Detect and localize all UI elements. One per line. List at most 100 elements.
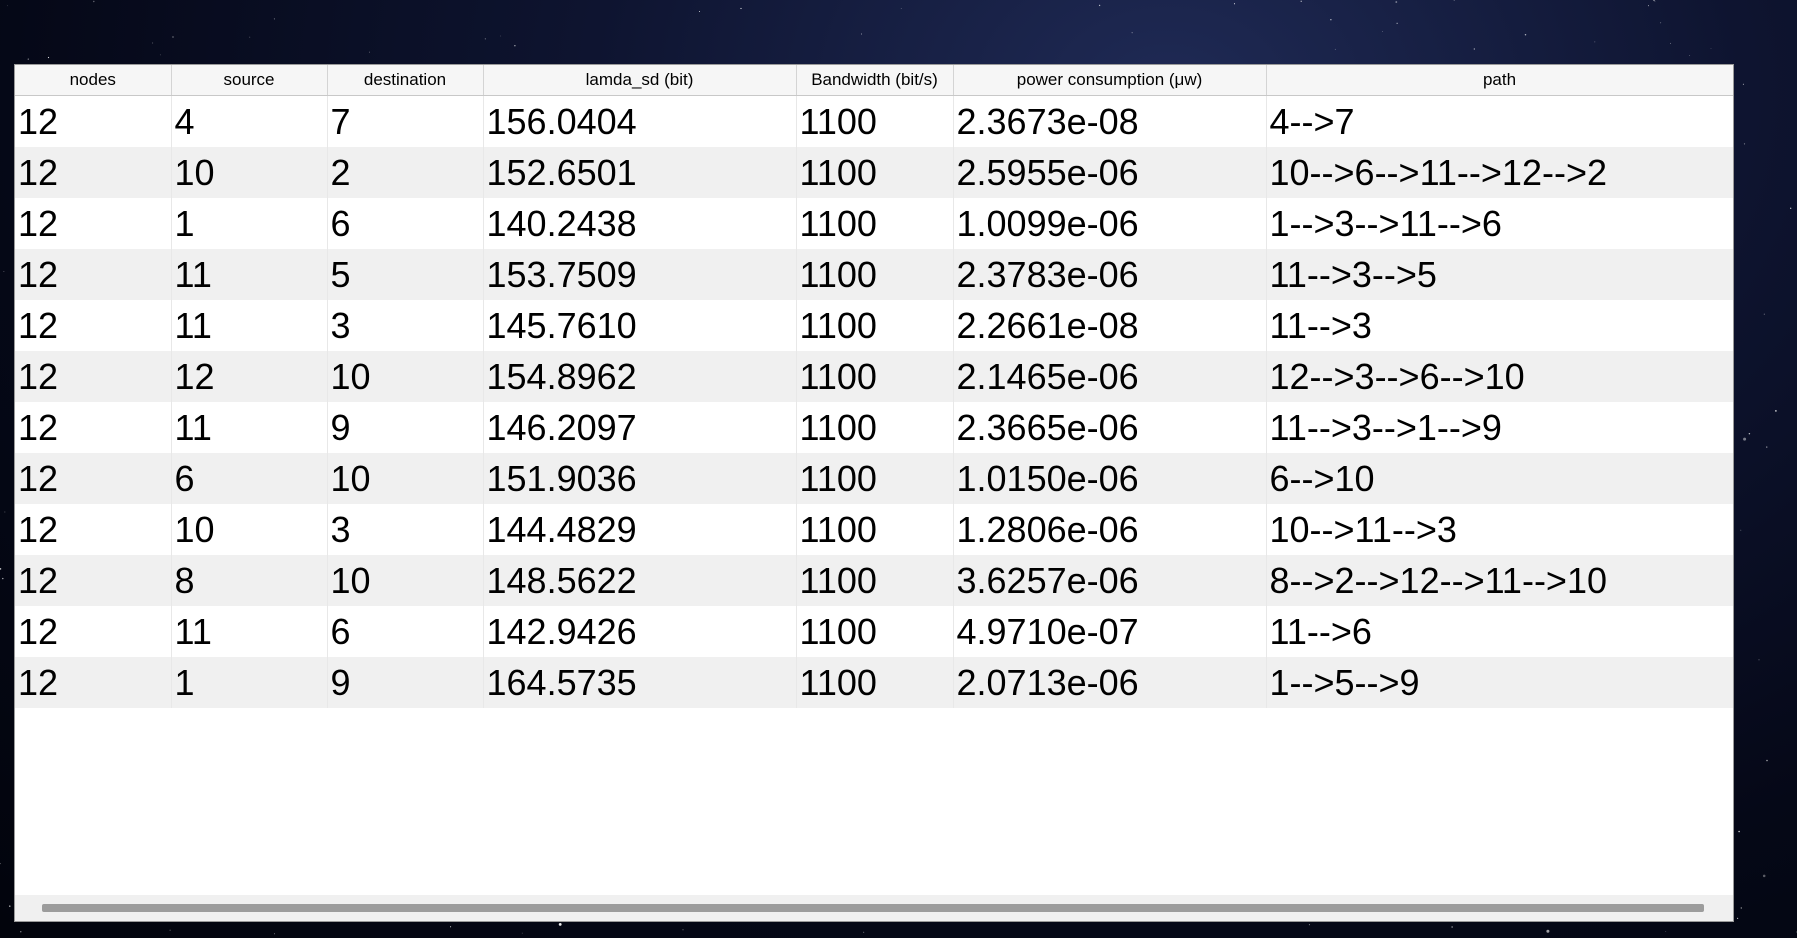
cell-power-consumption[interactable]: 2.3665e-06 xyxy=(953,402,1267,453)
cell-power-consumption[interactable]: 2.0713e-06 xyxy=(953,657,1267,708)
cell-power-consumption[interactable]: 2.2661e-08 xyxy=(953,300,1267,351)
cell-bandwidth[interactable]: 1100 xyxy=(796,657,954,708)
table-row[interactable]: 12 8 10 148.5622 1100 3.6257e-06 8-->2-->12-->… xyxy=(15,555,1733,606)
cell-path[interactable]: 11-->6 xyxy=(1266,606,1733,657)
horizontal-scrollbar[interactable] xyxy=(15,895,1733,921)
cell-path[interactable]: 8-->2-->12-->11-->10 xyxy=(1266,555,1733,606)
cell-destination[interactable]: 3 xyxy=(327,504,484,555)
table-row[interactable]: 12 11 3 145.7610 1100 2.2661e-08 11-->3 xyxy=(15,300,1733,351)
table-row[interactable]: 12 1 6 140.2438 1100 1.0099e-06 1-->3-->11-->6 xyxy=(15,198,1733,249)
table-row[interactable]: 12 1 9 164.5735 1100 2.0713e-06 1-->5-->9 xyxy=(15,657,1733,708)
cell-destination[interactable]: 10 xyxy=(327,453,484,504)
cell-nodes[interactable]: 12 xyxy=(15,402,172,453)
cell-nodes[interactable]: 12 xyxy=(15,657,172,708)
cell-power-consumption[interactable]: 1.2806e-06 xyxy=(953,504,1267,555)
cell-source[interactable]: 12 xyxy=(171,351,328,402)
cell-destination[interactable]: 3 xyxy=(327,300,484,351)
cell-path[interactable]: 12-->3-->6-->10 xyxy=(1266,351,1733,402)
cell-destination[interactable]: 9 xyxy=(327,657,484,708)
cell-lamda-sd[interactable]: 153.7509 xyxy=(483,249,797,300)
cell-bandwidth[interactable]: 1100 xyxy=(796,147,954,198)
cell-source[interactable]: 11 xyxy=(171,606,328,657)
cell-path[interactable]: 11-->3-->5 xyxy=(1266,249,1733,300)
cell-nodes[interactable]: 12 xyxy=(15,351,172,402)
cell-destination[interactable]: 6 xyxy=(327,198,484,249)
cell-path[interactable]: 1-->3-->11-->6 xyxy=(1266,198,1733,249)
table-row[interactable]: 12 12 10 154.8962 1100 2.1465e-06 12-->3-->6--… xyxy=(15,351,1733,402)
cell-destination[interactable]: 2 xyxy=(327,147,484,198)
cell-destination[interactable]: 9 xyxy=(327,402,484,453)
cell-lamda-sd[interactable]: 144.4829 xyxy=(483,504,797,555)
cell-nodes[interactable]: 12 xyxy=(15,453,172,504)
cell-bandwidth[interactable]: 1100 xyxy=(796,249,954,300)
cell-bandwidth[interactable]: 1100 xyxy=(796,402,954,453)
column-header-power-consumption[interactable]: power consumption (μw) xyxy=(953,65,1267,96)
cell-lamda-sd[interactable]: 152.6501 xyxy=(483,147,797,198)
cell-source[interactable]: 11 xyxy=(171,402,328,453)
cell-power-consumption[interactable]: 1.0150e-06 xyxy=(953,453,1267,504)
cell-source[interactable]: 10 xyxy=(171,504,328,555)
cell-path[interactable]: 11-->3-->1-->9 xyxy=(1266,402,1733,453)
cell-source[interactable]: 6 xyxy=(171,453,328,504)
table-row[interactable]: 12 11 6 142.9426 1100 4.9710e-07 11-->6 xyxy=(15,606,1733,657)
table-row[interactable]: 12 6 10 151.9036 1100 1.0150e-06 6-->10 xyxy=(15,453,1733,504)
cell-power-consumption[interactable]: 1.0099e-06 xyxy=(953,198,1267,249)
cell-power-consumption[interactable]: 2.3783e-06 xyxy=(953,249,1267,300)
cell-nodes[interactable]: 12 xyxy=(15,147,172,198)
cell-power-consumption[interactable]: 2.1465e-06 xyxy=(953,351,1267,402)
cell-nodes[interactable]: 12 xyxy=(15,606,172,657)
cell-lamda-sd[interactable]: 164.5735 xyxy=(483,657,797,708)
table-row[interactable]: 12 11 9 146.2097 1100 2.3665e-06 11-->3-->1-->… xyxy=(15,402,1733,453)
cell-destination[interactable]: 5 xyxy=(327,249,484,300)
cell-source[interactable]: 10 xyxy=(171,147,328,198)
cell-nodes[interactable]: 12 xyxy=(15,249,172,300)
column-header-source[interactable]: source xyxy=(171,65,328,96)
cell-path[interactable]: 1-->5-->9 xyxy=(1266,657,1733,708)
cell-bandwidth[interactable]: 1100 xyxy=(796,351,954,402)
cell-bandwidth[interactable]: 1100 xyxy=(796,504,954,555)
cell-lamda-sd[interactable]: 156.0404 xyxy=(483,95,797,147)
cell-source[interactable]: 1 xyxy=(171,657,328,708)
cell-power-consumption[interactable]: 3.6257e-06 xyxy=(953,555,1267,606)
cell-lamda-sd[interactable]: 140.2438 xyxy=(483,198,797,249)
cell-nodes[interactable]: 12 xyxy=(15,555,172,606)
cell-path[interactable]: 10-->11-->3 xyxy=(1266,504,1733,555)
cell-lamda-sd[interactable]: 151.9036 xyxy=(483,453,797,504)
cell-power-consumption[interactable]: 4.9710e-07 xyxy=(953,606,1267,657)
cell-path[interactable]: 6-->10 xyxy=(1266,453,1733,504)
cell-power-consumption[interactable]: 2.5955e-06 xyxy=(953,147,1267,198)
cell-lamda-sd[interactable]: 145.7610 xyxy=(483,300,797,351)
column-header-path[interactable]: path xyxy=(1266,65,1733,96)
cell-nodes[interactable]: 12 xyxy=(15,95,172,147)
cell-bandwidth[interactable]: 1100 xyxy=(796,300,954,351)
cell-nodes[interactable]: 12 xyxy=(15,300,172,351)
cell-path[interactable]: 11-->3 xyxy=(1266,300,1733,351)
column-header-nodes[interactable]: nodes xyxy=(15,65,172,96)
cell-path[interactable]: 4-->7 xyxy=(1266,95,1733,147)
cell-bandwidth[interactable]: 1100 xyxy=(796,555,954,606)
cell-lamda-sd[interactable]: 154.8962 xyxy=(483,351,797,402)
cell-destination[interactable]: 7 xyxy=(327,95,484,147)
table-row[interactable]: 12 10 2 152.6501 1100 2.5955e-06 10-->6-->11--… xyxy=(15,147,1733,198)
horizontal-scrollbar-thumb[interactable] xyxy=(42,904,1704,912)
cell-bandwidth[interactable]: 1100 xyxy=(796,606,954,657)
cell-source[interactable]: 11 xyxy=(171,300,328,351)
cell-bandwidth[interactable]: 1100 xyxy=(796,198,954,249)
cell-source[interactable]: 4 xyxy=(171,95,328,147)
cell-lamda-sd[interactable]: 148.5622 xyxy=(483,555,797,606)
cell-destination[interactable]: 10 xyxy=(327,555,484,606)
cell-destination[interactable]: 10 xyxy=(327,351,484,402)
column-header-bandwidth[interactable]: Bandwidth (bit/s) xyxy=(796,65,954,96)
cell-lamda-sd[interactable]: 146.2097 xyxy=(483,402,797,453)
table-row[interactable]: 12 11 5 153.7509 1100 2.3783e-06 11-->3-->5 xyxy=(15,249,1733,300)
cell-source[interactable]: 8 xyxy=(171,555,328,606)
cell-path[interactable]: 10-->6-->11-->12-->2 xyxy=(1266,147,1733,198)
cell-nodes[interactable]: 12 xyxy=(15,504,172,555)
cell-nodes[interactable]: 12 xyxy=(15,198,172,249)
cell-source[interactable]: 11 xyxy=(171,249,328,300)
cell-lamda-sd[interactable]: 142.9426 xyxy=(483,606,797,657)
table-row[interactable]: 12 4 7 156.0404 1100 2.3673e-08 4-->7 xyxy=(15,95,1733,147)
cell-bandwidth[interactable]: 1100 xyxy=(796,453,954,504)
cell-destination[interactable]: 6 xyxy=(327,606,484,657)
cell-power-consumption[interactable]: 2.3673e-08 xyxy=(953,95,1267,147)
